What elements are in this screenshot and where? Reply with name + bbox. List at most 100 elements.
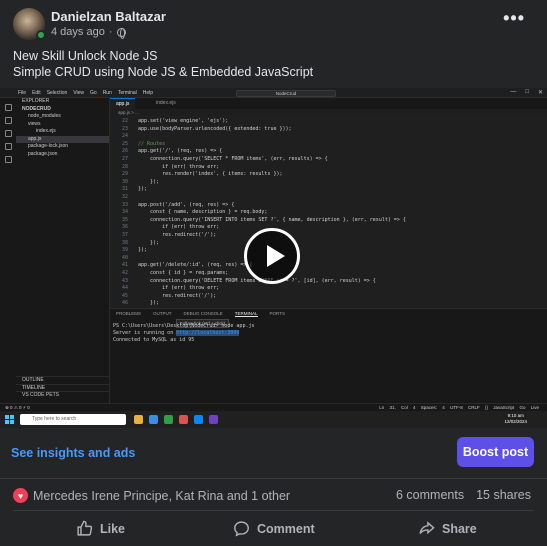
file-index-ejs: index.ejs [36,128,56,134]
video-player[interactable]: File Edit Selection View Go Run Terminal Help N… [0,88,547,428]
shares-count[interactable]: 15 shares [476,488,531,502]
status-right: Ln 31, Col 4 Spaces: 4 UTF-8 CRLF {} Jav… [379,405,539,410]
panel-tab: TERMINAL [234,311,258,317]
code-line: }); [138,300,160,307]
project-folder: NODECRUD [22,105,51,112]
insights-bar: See insights and ads Boost post [0,428,547,478]
line-number: 39 [121,247,128,254]
like-button[interactable]: Like [76,520,125,537]
window-control: — [510,89,517,95]
window-control: □ [525,89,529,95]
terminal-panel: PROBLEMS OUTPUT DEBUG CONSOLE TERMINAL PORTS… [110,308,547,403]
code-line: app.get('/delete/:id', (req, res) => { [138,262,253,269]
boost-post-button[interactable]: Boost post [457,437,534,467]
meta-separator: · [108,26,113,38]
status-bar: ⊗ 0 ⚠ 0 ⚡ 0 Ln 31, Col 4 Spaces: 4 UTF-8… [0,403,547,411]
code-line: if (err) throw err; [138,224,220,231]
share-button[interactable]: Share [418,520,477,537]
taskbar-app-icon [194,415,203,424]
windows-taskbar: Type here to search 9:10 am 12/02/2024 [0,411,547,428]
line-number: 43 [121,277,128,284]
breadcrumb: app.js > ... [118,110,139,115]
code-line: app.use(bodyParser.urlencoded({ extended… [138,125,292,132]
activity-bar [0,98,16,403]
taskbar-search: Type here to search [20,414,126,425]
outline-section: OUTLINE [16,376,110,384]
line-number: 34 [121,209,128,216]
windows-start-icon [5,415,14,424]
line-number: 24 [121,133,128,140]
comment-label: Comment [257,521,315,536]
post-meta: 4 days ago · [51,26,126,39]
menu-item: Run [102,90,112,96]
tab-app-js: app.js [110,98,136,109]
code-line: app.post('/add', (req, res) => { [138,201,235,208]
share-label: Share [442,521,477,536]
file-package-lock: package-lock.json [28,143,69,149]
code-line: connection.query('INSERT INTO items SET … [138,216,406,223]
files-icon [4,104,12,111]
terminal-line-2-text: Server is running on [113,330,177,336]
share-icon [419,521,435,535]
folder-views: views [28,120,41,127]
line-number: 31 [121,186,128,193]
comment-button[interactable]: Comment [233,520,315,537]
code-line: if (err) throw err; [138,163,220,170]
localhost-link: http://localhost:3000 [176,330,240,336]
vscode-titlebar: File Edit Selection View Go Run Terminal Help N… [0,88,547,98]
play-icon [267,245,285,267]
code-editor: 22 app.set('view engine', 'ejs'); 23 app.us… [110,116,547,308]
command-center: NodeCrud [236,90,336,97]
line-number: 30 [121,178,128,185]
code-line: }); [138,178,160,185]
line-number: 28 [121,163,128,170]
panel-tab: OUTPUT [153,311,172,316]
menu-item: Go [90,90,97,96]
explorer-bottom-sections: OUTLINE TIMELINE VS CODE PETS [16,376,110,399]
tab-index-ejs: index.ejs [156,100,176,106]
online-status-dot [36,30,46,40]
run-debug-icon [4,143,12,150]
line-number: 27 [121,156,128,162]
post-actions: Like Comment Share [0,512,547,546]
post-time[interactable]: 4 days ago [51,26,105,38]
thumbs-up-icon [77,520,93,536]
code-line: }); [138,239,160,246]
divider [13,510,534,511]
play-button[interactable] [244,228,300,284]
line-number: 40 [121,254,128,261]
code-line: app.get('/', (req, res) => { [138,148,223,155]
code-line: res.render('index', { items: results }); [138,171,283,178]
see-insights-link[interactable]: See insights and ads [11,446,135,460]
extensions-icon [4,156,12,163]
menu-item: Help [142,90,154,96]
post-header: Danielzan Baltazar 4 days ago · ••• [0,0,547,44]
panel-tab: PROBLEMS [116,311,142,316]
code-line: }); [138,247,148,254]
terminal-line-1: PS C:\Users\Users\Desktop\NodeCrud> node… [113,323,255,329]
terminal-line-3: Connected to MySQL as id 95 [113,337,195,343]
line-number: 36 [121,224,128,231]
menu-item: Terminal [117,90,137,96]
panel-tab: PORTS [269,311,285,316]
divider [0,478,547,479]
line-number: 22 [121,118,128,124]
author-name[interactable]: Danielzan Baltazar [51,9,166,24]
code-line: // Routes [138,140,166,147]
comment-icon [234,521,249,537]
file-app-js: app.js [16,135,109,143]
code-line: const { id } = req.params; [138,270,229,276]
comments-count[interactable]: 6 comments [396,488,464,502]
menu-item: Selection [46,90,68,96]
vscode-menu-bar: File Edit Selection View Go Run Terminal Help [18,90,153,96]
taskbar-app-icon [164,415,173,424]
engagement-counts: 6 comments 15 shares [396,488,531,502]
more-options-button[interactable]: ••• [503,8,525,29]
reactions-summary[interactable]: ♥ Mercedes Irene Principe, Kat Rina and … [13,488,290,503]
line-number: 26 [121,148,128,155]
explorer-title: EXPLORER [22,98,50,104]
love-reaction-icon: ♥ [13,488,28,503]
reactors-text[interactable]: Mercedes Irene Principe, Kat Rina and 1 … [33,489,290,503]
editor-tabs: app.js index.ejs [110,98,547,109]
like-label: Like [100,521,126,536]
